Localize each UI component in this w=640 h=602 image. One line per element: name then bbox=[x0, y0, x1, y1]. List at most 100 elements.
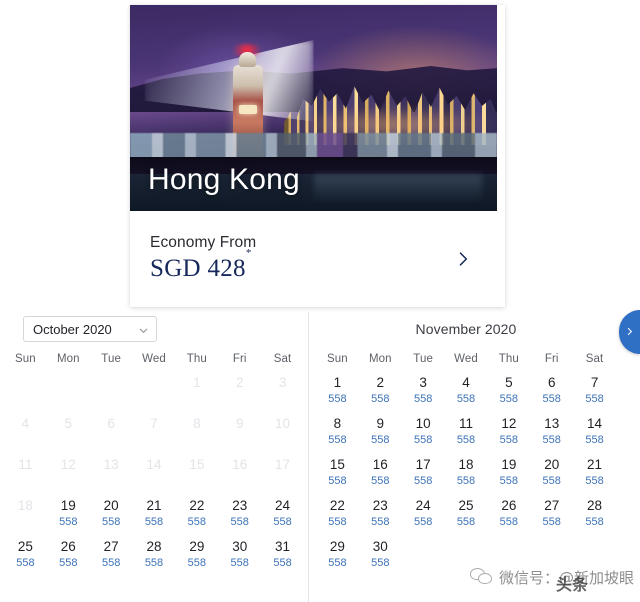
day-number: 18 bbox=[4, 499, 47, 513]
calendar-day-cell[interactable]: 25558 bbox=[4, 540, 47, 570]
calendar-day-cell[interactable]: 13558 bbox=[530, 417, 573, 447]
weekday-label: Wed bbox=[133, 353, 176, 365]
day-fare-price: 558 bbox=[573, 435, 616, 447]
weekday-label: Sun bbox=[316, 353, 359, 365]
calendar-day-cell: 6 bbox=[90, 417, 133, 447]
calendar-day-cell: 4 bbox=[4, 417, 47, 447]
calendar-day-cell[interactable]: 19558 bbox=[47, 499, 90, 529]
day-fare-price: 558 bbox=[530, 394, 573, 406]
calendar-day-cell[interactable]: 29558 bbox=[316, 540, 359, 570]
calendar-day-cell[interactable]: 23558 bbox=[359, 499, 402, 529]
day-number: 26 bbox=[487, 499, 530, 513]
calendar-day-cell[interactable]: 4558 bbox=[445, 376, 488, 406]
calendar-week-row: 11121314151617 bbox=[4, 458, 304, 488]
calendar-day-cell[interactable]: 12558 bbox=[487, 417, 530, 447]
calendar-day-cell[interactable]: 27558 bbox=[90, 540, 133, 570]
day-number: 24 bbox=[261, 499, 304, 513]
month-select-dropdown[interactable]: October 2020 bbox=[23, 316, 157, 342]
day-number: 9 bbox=[218, 417, 261, 431]
calendar-day-cell[interactable]: 3558 bbox=[402, 376, 445, 406]
month-select-value: October 2020 bbox=[33, 322, 112, 337]
day-number: 25 bbox=[445, 499, 488, 513]
calendar-day-cell[interactable]: 29558 bbox=[175, 540, 218, 570]
day-fare-price: 558 bbox=[402, 394, 445, 406]
calendar-day-cell[interactable]: 6558 bbox=[530, 376, 573, 406]
calendar-day-cell[interactable]: 11558 bbox=[445, 417, 488, 447]
calendar-day-cell[interactable]: 9558 bbox=[359, 417, 402, 447]
day-fare-price: 558 bbox=[359, 517, 402, 529]
day-number: 7 bbox=[133, 417, 176, 431]
weekday-label: Fri bbox=[218, 353, 261, 365]
calendar-november: November 2020 Sun Mon Tue Wed Thu Fri Sa… bbox=[316, 312, 616, 570]
day-number: 1 bbox=[316, 376, 359, 390]
calendar-day-cell[interactable]: 30558 bbox=[359, 540, 402, 570]
day-fare-price: 558 bbox=[316, 517, 359, 529]
calendar-day-cell[interactable]: 5558 bbox=[487, 376, 530, 406]
day-fare-price: 558 bbox=[261, 517, 304, 529]
destination-promo-card[interactable]: Hong Kong Economy From SGD 428* bbox=[130, 5, 505, 307]
calendar-day-cell[interactable]: 8558 bbox=[316, 417, 359, 447]
day-number: 31 bbox=[261, 540, 304, 554]
day-number: 16 bbox=[218, 458, 261, 472]
day-number: 11 bbox=[4, 458, 47, 472]
calendar-day-cell[interactable]: 31558 bbox=[261, 540, 304, 570]
calendar-day-cell[interactable]: 18558 bbox=[445, 458, 488, 488]
day-number: 3 bbox=[261, 376, 304, 390]
calendar-day-cell[interactable]: 30558 bbox=[218, 540, 261, 570]
calendar-day-cell[interactable]: 22558 bbox=[316, 499, 359, 529]
calendar-day-cell: 16 bbox=[218, 458, 261, 488]
day-number: 5 bbox=[47, 417, 90, 431]
calendar-day-cell[interactable]: 17558 bbox=[402, 458, 445, 488]
day-number: 9 bbox=[359, 417, 402, 431]
calendar-day-cell[interactable]: 24558 bbox=[261, 499, 304, 529]
calendar-day-cell[interactable]: 25558 bbox=[445, 499, 488, 529]
day-fare-price: 558 bbox=[445, 394, 488, 406]
day-fare-price: 558 bbox=[175, 517, 218, 529]
calendar-day-cell[interactable]: 10558 bbox=[402, 417, 445, 447]
day-fare-price: 558 bbox=[530, 517, 573, 529]
day-fare-price: 558 bbox=[487, 394, 530, 406]
calendar-day-cell[interactable]: 2558 bbox=[359, 376, 402, 406]
calendar-week-row: 855895581055811558125581355814558 bbox=[316, 417, 616, 447]
chevron-down-icon bbox=[138, 324, 149, 335]
calendar-day-cell[interactable]: 1558 bbox=[316, 376, 359, 406]
day-number: 26 bbox=[47, 540, 90, 554]
day-number: 23 bbox=[359, 499, 402, 513]
weekday-label: Thu bbox=[175, 353, 218, 365]
calendar-day-cell[interactable]: 14558 bbox=[573, 417, 616, 447]
calendar-day-cell: 14 bbox=[133, 458, 176, 488]
calendar-week-row: 22558235582455825558265582755828558 bbox=[316, 499, 616, 529]
day-number: 6 bbox=[530, 376, 573, 390]
calendar-week-row: 1558255835584558555865587558 bbox=[316, 376, 616, 406]
calendar-day-cell[interactable]: 28558 bbox=[133, 540, 176, 570]
calendar-day-cell: 2 bbox=[218, 376, 261, 406]
calendar-day-cell[interactable]: 21558 bbox=[573, 458, 616, 488]
calendar-october-grid: 1234567891011121314151617181955820558215… bbox=[4, 376, 304, 570]
day-number: 21 bbox=[133, 499, 176, 513]
calendar-day-cell[interactable]: 26558 bbox=[487, 499, 530, 529]
calendar-day-cell[interactable]: 26558 bbox=[47, 540, 90, 570]
calendar-day-cell[interactable]: 15558 bbox=[316, 458, 359, 488]
calendar-day-cell[interactable]: 28558 bbox=[573, 499, 616, 529]
calendar-day-cell[interactable]: 22558 bbox=[175, 499, 218, 529]
calendar-day-cell[interactable]: 27558 bbox=[530, 499, 573, 529]
calendar-day-cell[interactable]: 23558 bbox=[218, 499, 261, 529]
day-number: 21 bbox=[573, 458, 616, 472]
calendar-day-cell[interactable]: 24558 bbox=[402, 499, 445, 529]
calendar-day-cell: 9 bbox=[218, 417, 261, 447]
day-number: 27 bbox=[90, 540, 133, 554]
calendar-day-cell[interactable]: 19558 bbox=[487, 458, 530, 488]
calendar-day-cell[interactable]: 20558 bbox=[530, 458, 573, 488]
day-number: 24 bbox=[402, 499, 445, 513]
calendar-day-cell: 10 bbox=[261, 417, 304, 447]
calendar-day-cell[interactable]: 7558 bbox=[573, 376, 616, 406]
day-number: 7 bbox=[573, 376, 616, 390]
calendar-day-cell[interactable]: 21558 bbox=[133, 499, 176, 529]
weekday-label: Wed bbox=[445, 353, 488, 365]
day-fare-price: 558 bbox=[175, 558, 218, 570]
chevron-right-icon[interactable] bbox=[453, 249, 473, 269]
promo-price-row[interactable]: Economy From SGD 428* bbox=[130, 211, 497, 307]
day-fare-price: 558 bbox=[487, 476, 530, 488]
calendar-day-cell[interactable]: 16558 bbox=[359, 458, 402, 488]
calendar-day-cell[interactable]: 20558 bbox=[90, 499, 133, 529]
